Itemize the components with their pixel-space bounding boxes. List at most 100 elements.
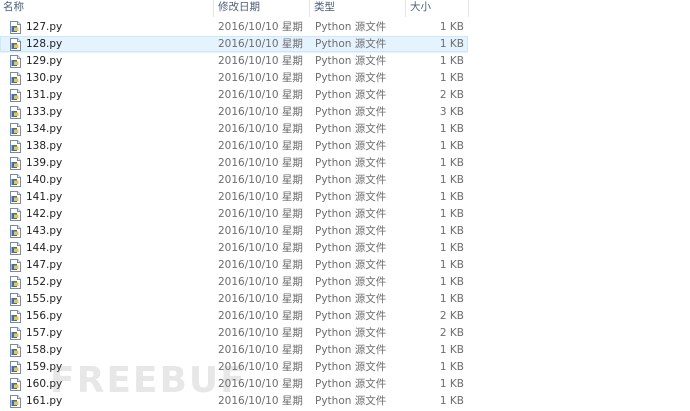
file-size: 1 KB — [439, 157, 464, 169]
file-name: 161.py — [26, 395, 63, 407]
file-size: 1 KB — [439, 72, 464, 84]
file-date: 2016/10/10 星期... — [218, 361, 304, 373]
file-row[interactable]: 144.py 2016/10/10 星期... Python 源文件 1 KB — [0, 240, 690, 257]
file-row[interactable]: 147.py 2016/10/10 星期... Python 源文件 1 KB — [0, 257, 690, 274]
file-date: 2016/10/10 星期... — [218, 293, 304, 305]
file-type: Python 源文件 — [315, 123, 387, 135]
file-row[interactable]: 157.py 2016/10/10 星期... Python 源文件 2 KB — [0, 325, 690, 342]
file-size: 1 KB — [439, 208, 464, 220]
file-date: 2016/10/10 星期... — [218, 55, 304, 67]
column-header-bar: 名称 修改日期 类型 大小 — [0, 0, 690, 17]
file-date: 2016/10/10 星期... — [218, 327, 304, 339]
file-row[interactable]: 130.py 2016/10/10 星期... Python 源文件 1 KB — [0, 70, 690, 87]
file-row[interactable]: 131.py 2016/10/10 星期... Python 源文件 2 KB — [0, 87, 690, 104]
file-type: Python 源文件 — [315, 89, 387, 101]
python-file-icon — [10, 259, 21, 272]
python-file-icon — [10, 191, 21, 204]
file-name: 133.py — [26, 106, 63, 118]
file-type: Python 源文件 — [315, 327, 387, 339]
file-type: Python 源文件 — [315, 55, 387, 67]
python-file-icon — [10, 89, 21, 102]
file-name: 144.py — [26, 242, 63, 254]
file-size: 1 KB — [439, 140, 464, 152]
file-row[interactable]: 133.py 2016/10/10 星期... Python 源文件 3 KB — [0, 104, 690, 121]
file-row[interactable]: 127.py 2016/10/10 星期... Python 源文件 1 KB — [0, 19, 690, 36]
file-row[interactable]: 155.py 2016/10/10 星期... Python 源文件 1 KB — [0, 291, 690, 308]
file-date: 2016/10/10 星期... — [218, 310, 304, 322]
column-header-name[interactable]: 名称 — [0, 0, 214, 17]
file-date: 2016/10/10 星期... — [218, 123, 304, 135]
file-row[interactable]: 138.py 2016/10/10 星期... Python 源文件 1 KB — [0, 138, 690, 155]
file-type: Python 源文件 — [315, 174, 387, 186]
column-divider[interactable] — [213, 0, 214, 17]
file-row[interactable]: 141.py 2016/10/10 星期... Python 源文件 1 KB — [0, 189, 690, 206]
file-row[interactable]: 129.py 2016/10/10 星期... Python 源文件 1 KB — [0, 53, 690, 70]
file-type: Python 源文件 — [315, 191, 387, 203]
file-date: 2016/10/10 星期... — [218, 174, 304, 186]
file-date: 2016/10/10 星期... — [218, 378, 304, 390]
file-name: 139.py — [26, 157, 63, 169]
file-row[interactable]: 156.py 2016/10/10 星期... Python 源文件 2 KB — [0, 308, 690, 325]
file-row[interactable]: 142.py 2016/10/10 星期... Python 源文件 1 KB — [0, 206, 690, 223]
file-size: 1 KB — [439, 361, 464, 373]
file-name: 156.py — [26, 310, 63, 322]
column-header-type[interactable]: 类型 — [311, 0, 407, 17]
file-date: 2016/10/10 星期... — [218, 242, 304, 254]
file-size: 1 KB — [439, 191, 464, 203]
file-row[interactable]: 128.py 2016/10/10 星期... Python 源文件 1 KB — [0, 36, 690, 53]
column-divider[interactable] — [468, 0, 469, 17]
file-type: Python 源文件 — [315, 310, 387, 322]
file-type: Python 源文件 — [315, 293, 387, 305]
column-header-date[interactable]: 修改日期 — [215, 0, 311, 17]
file-name: 129.py — [26, 55, 63, 67]
file-type: Python 源文件 — [315, 276, 387, 288]
python-file-icon — [10, 55, 21, 68]
file-date: 2016/10/10 星期... — [218, 344, 304, 356]
file-size: 1 KB — [439, 378, 464, 390]
file-size: 2 KB — [439, 310, 464, 322]
header-divider — [0, 17, 690, 18]
python-file-icon — [10, 276, 21, 289]
python-file-icon — [10, 378, 21, 391]
file-type: Python 源文件 — [315, 344, 387, 356]
file-row[interactable]: 139.py 2016/10/10 星期... Python 源文件 1 KB — [0, 155, 690, 172]
file-row[interactable]: 140.py 2016/10/10 星期... Python 源文件 1 KB — [0, 172, 690, 189]
file-type: Python 源文件 — [315, 72, 387, 84]
file-name: 127.py — [26, 21, 63, 33]
file-size: 2 KB — [439, 327, 464, 339]
python-file-icon — [10, 293, 21, 306]
file-size: 1 KB — [439, 276, 464, 288]
python-file-icon — [10, 242, 21, 255]
file-type: Python 源文件 — [315, 208, 387, 220]
file-row[interactable]: 134.py 2016/10/10 星期... Python 源文件 1 KB — [0, 121, 690, 138]
file-row[interactable]: 143.py 2016/10/10 星期... Python 源文件 1 KB — [0, 223, 690, 240]
file-type: Python 源文件 — [315, 259, 387, 271]
file-name: 140.py — [26, 174, 63, 186]
file-type: Python 源文件 — [315, 225, 387, 237]
file-size: 1 KB — [439, 293, 464, 305]
file-name: 141.py — [26, 191, 63, 203]
column-header-size[interactable]: 大小 — [407, 0, 469, 17]
column-divider[interactable] — [405, 0, 406, 17]
file-date: 2016/10/10 星期... — [218, 21, 304, 33]
file-row[interactable]: 152.py 2016/10/10 星期... Python 源文件 1 KB — [0, 274, 690, 291]
file-date: 2016/10/10 星期... — [218, 208, 304, 220]
file-row[interactable]: 159.py 2016/10/10 星期... Python 源文件 1 KB — [0, 359, 690, 376]
column-divider[interactable] — [309, 0, 310, 17]
file-date: 2016/10/10 星期... — [218, 157, 304, 169]
file-name: 158.py — [26, 344, 63, 356]
file-type: Python 源文件 — [315, 242, 387, 254]
file-size: 1 KB — [439, 344, 464, 356]
file-size: 1 KB — [439, 225, 464, 237]
file-date: 2016/10/10 星期... — [218, 89, 304, 101]
python-file-icon — [10, 395, 21, 408]
python-file-icon — [10, 174, 21, 187]
file-size: 1 KB — [439, 259, 464, 271]
file-name: 142.py — [26, 208, 63, 220]
python-file-icon — [10, 157, 21, 170]
file-date: 2016/10/10 星期... — [218, 140, 304, 152]
file-list: 127.py 2016/10/10 星期... Python 源文件 1 KB 128.… — [0, 19, 690, 410]
file-row[interactable]: 160.py 2016/10/10 星期... Python 源文件 1 KB — [0, 376, 690, 393]
file-row[interactable]: 158.py 2016/10/10 星期... Python 源文件 1 KB — [0, 342, 690, 359]
file-row[interactable]: 161.py 2016/10/10 星期... Python 源文件 1 KB — [0, 393, 690, 410]
